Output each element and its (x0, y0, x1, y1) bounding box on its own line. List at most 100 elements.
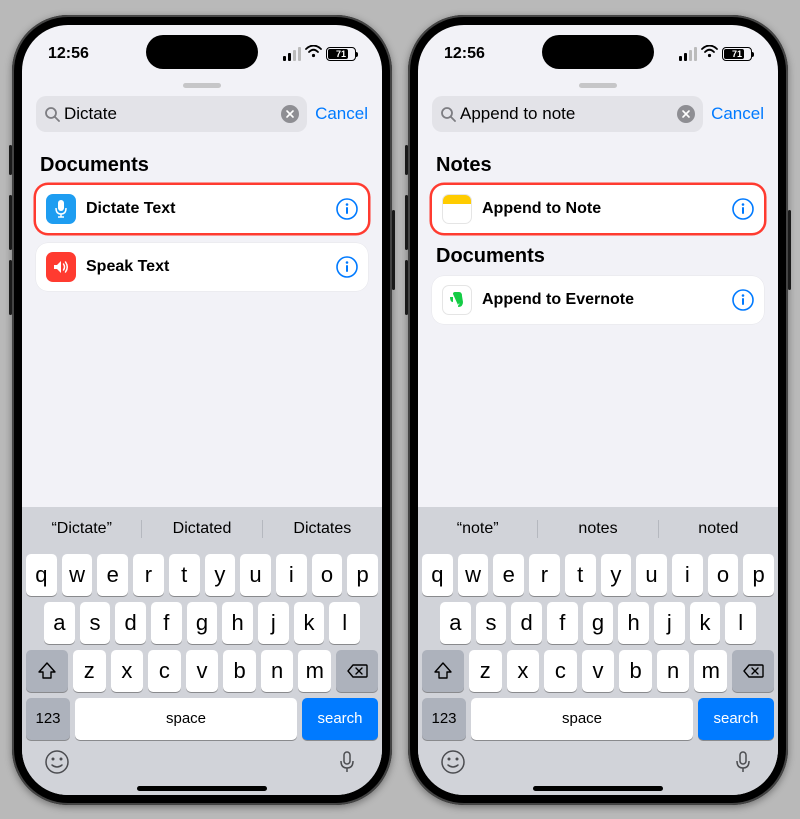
dictate-key[interactable] (730, 749, 756, 780)
search-input[interactable]: Append to note (460, 104, 673, 124)
cancel-button[interactable]: Cancel (711, 104, 764, 124)
key-d[interactable]: d (115, 602, 146, 644)
info-button[interactable] (336, 198, 358, 220)
key-u[interactable]: u (240, 554, 271, 596)
key-o[interactable]: o (708, 554, 739, 596)
key-z[interactable]: z (73, 650, 106, 692)
key-i[interactable]: i (276, 554, 307, 596)
search-icon (440, 106, 456, 122)
key-q[interactable]: q (422, 554, 453, 596)
key-w[interactable]: w (62, 554, 93, 596)
clear-search-button[interactable] (677, 105, 695, 123)
key-a[interactable]: a (44, 602, 75, 644)
suggestion-1[interactable]: “Dictate” (22, 520, 142, 538)
key-h[interactable]: h (222, 602, 253, 644)
key-l[interactable]: l (725, 602, 756, 644)
dictate-key[interactable] (334, 749, 360, 780)
sheet-grab-handle[interactable] (579, 83, 617, 88)
search-field[interactable]: Append to note (432, 96, 703, 132)
cancel-button[interactable]: Cancel (315, 104, 368, 124)
action-speak-text[interactable]: Speak Text (36, 243, 368, 291)
key-p[interactable]: p (347, 554, 378, 596)
key-e[interactable]: e (493, 554, 524, 596)
key-a[interactable]: a (440, 602, 471, 644)
suggestion-2[interactable]: notes (538, 520, 658, 538)
key-l[interactable]: l (329, 602, 360, 644)
key-d[interactable]: d (511, 602, 542, 644)
info-button[interactable] (336, 256, 358, 278)
search-field[interactable]: Dictate (36, 96, 307, 132)
shift-key[interactable] (422, 650, 464, 692)
key-v[interactable]: v (582, 650, 615, 692)
key-k[interactable]: k (294, 602, 325, 644)
keyboard[interactable]: “note” notes noted qwertyuiop asdfghjkl … (418, 507, 778, 795)
key-i[interactable]: i (672, 554, 703, 596)
suggestion-2[interactable]: Dictated (142, 520, 262, 538)
action-dictate-text[interactable]: Dictate Text (36, 185, 368, 233)
key-c[interactable]: c (148, 650, 181, 692)
key-y[interactable]: y (601, 554, 632, 596)
emoji-key[interactable] (44, 749, 70, 780)
key-o[interactable]: o (312, 554, 343, 596)
clock: 12:56 (444, 45, 485, 63)
numbers-key[interactable]: 123 (422, 698, 466, 740)
wifi-icon (305, 45, 322, 63)
key-p[interactable]: p (743, 554, 774, 596)
key-u[interactable]: u (636, 554, 667, 596)
key-r[interactable]: r (529, 554, 560, 596)
clear-search-button[interactable] (281, 105, 299, 123)
key-r[interactable]: r (133, 554, 164, 596)
key-z[interactable]: z (469, 650, 502, 692)
suggestion-1[interactable]: “note” (418, 520, 538, 538)
info-button[interactable] (732, 289, 754, 311)
keyboard[interactable]: “Dictate” Dictated Dictates qwertyuiop a… (22, 507, 382, 795)
quicktype-bar[interactable]: “Dictate” Dictated Dictates (22, 507, 382, 551)
key-j[interactable]: j (258, 602, 289, 644)
search-input[interactable]: Dictate (64, 104, 277, 124)
quicktype-bar[interactable]: “note” notes noted (418, 507, 778, 551)
key-g[interactable]: g (187, 602, 218, 644)
key-m[interactable]: m (298, 650, 331, 692)
key-g[interactable]: g (583, 602, 614, 644)
key-n[interactable]: n (261, 650, 294, 692)
key-n[interactable]: n (657, 650, 690, 692)
key-b[interactable]: b (223, 650, 256, 692)
key-t[interactable]: t (565, 554, 596, 596)
key-c[interactable]: c (544, 650, 577, 692)
backspace-key[interactable] (336, 650, 378, 692)
key-f[interactable]: f (151, 602, 182, 644)
key-j[interactable]: j (654, 602, 685, 644)
key-s[interactable]: s (80, 602, 111, 644)
info-button[interactable] (732, 198, 754, 220)
key-s[interactable]: s (476, 602, 507, 644)
key-x[interactable]: x (111, 650, 144, 692)
key-x[interactable]: x (507, 650, 540, 692)
key-h[interactable]: h (618, 602, 649, 644)
space-key[interactable]: space (75, 698, 297, 740)
backspace-key[interactable] (732, 650, 774, 692)
action-append-to-evernote[interactable]: Append to Evernote (432, 276, 764, 324)
key-m[interactable]: m (694, 650, 727, 692)
emoji-key[interactable] (440, 749, 466, 780)
home-indicator[interactable] (137, 786, 267, 791)
key-q[interactable]: q (26, 554, 57, 596)
key-w[interactable]: w (458, 554, 489, 596)
space-key[interactable]: space (471, 698, 693, 740)
suggestion-3[interactable]: Dictates (263, 520, 382, 538)
action-append-to-note[interactable]: Append to Note (432, 185, 764, 233)
home-indicator[interactable] (533, 786, 663, 791)
results-right: Notes Append to Note Documents Append to… (418, 142, 778, 507)
key-y[interactable]: y (205, 554, 236, 596)
key-k[interactable]: k (690, 602, 721, 644)
key-t[interactable]: t (169, 554, 200, 596)
key-e[interactable]: e (97, 554, 128, 596)
key-f[interactable]: f (547, 602, 578, 644)
suggestion-3[interactable]: noted (659, 520, 778, 538)
sheet-grab-handle[interactable] (183, 83, 221, 88)
key-b[interactable]: b (619, 650, 652, 692)
shift-key[interactable] (26, 650, 68, 692)
search-key[interactable]: search (698, 698, 774, 740)
numbers-key[interactable]: 123 (26, 698, 70, 740)
key-v[interactable]: v (186, 650, 219, 692)
search-key[interactable]: search (302, 698, 378, 740)
